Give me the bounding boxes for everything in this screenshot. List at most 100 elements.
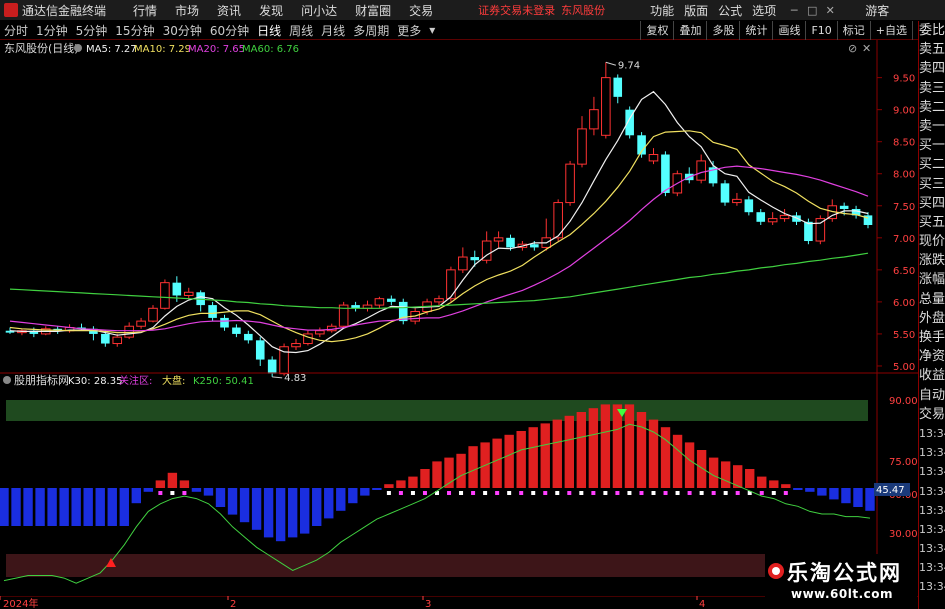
overlay-button[interactable]: 叠加 xyxy=(673,21,706,40)
quote-field-25[interactable]: 13:34 xyxy=(919,501,945,520)
quote-field-24[interactable]: 13:34 xyxy=(919,482,945,501)
chevron-down-icon[interactable]: ▾ xyxy=(425,23,439,37)
period-15min[interactable]: 15分钟 xyxy=(111,22,158,39)
quote-field-10[interactable]: 买五 xyxy=(919,213,945,232)
quote-field-0[interactable]: 委比 xyxy=(919,21,945,40)
indicator-dot xyxy=(170,491,175,495)
window-controls: ─ □ ✕ xyxy=(785,4,839,17)
candle-body xyxy=(601,77,611,136)
y-tick-label: 5.50 xyxy=(893,330,915,341)
period-60min[interactable]: 60分钟 xyxy=(206,22,253,39)
mark-button[interactable]: 标记 xyxy=(836,21,870,40)
indicator-dot xyxy=(579,491,584,495)
quote-field-16[interactable]: 换手 xyxy=(919,328,945,347)
indicator-bar-red xyxy=(396,480,406,488)
quote-field-5[interactable]: 卖一 xyxy=(919,117,945,136)
candle-body xyxy=(387,298,396,302)
ma10-label: MA10: 7.29 xyxy=(134,44,191,55)
period-monthly[interactable]: 月线 xyxy=(317,22,349,39)
quote-field-23[interactable]: 13:34 xyxy=(919,462,945,481)
quote-field-20[interactable]: 交易 xyxy=(919,405,945,424)
indicator-bar-red xyxy=(576,412,587,488)
menu-function[interactable]: 功能 xyxy=(645,2,679,19)
minimize-icon[interactable]: ─ xyxy=(785,4,803,17)
menu-item-caifuquan[interactable]: 财富圈 xyxy=(346,2,400,19)
quote-field-19[interactable]: 自动 xyxy=(919,386,945,405)
k250-label: K250: 50.41 xyxy=(193,376,254,387)
close-icon[interactable]: ✕ xyxy=(821,4,839,17)
candle-body xyxy=(291,343,301,348)
xaxis-label: 2 xyxy=(230,599,236,609)
quote-field-28[interactable]: 13:34 xyxy=(919,558,945,577)
menu-item-zixun[interactable]: 资讯 xyxy=(208,2,250,19)
indicator-dot xyxy=(543,491,548,495)
quote-field-27[interactable]: 13:34 xyxy=(919,539,945,558)
period-daily[interactable]: 日线 xyxy=(253,22,285,39)
indicator-dot xyxy=(603,491,608,495)
indicator-dot xyxy=(771,491,776,495)
sub-y-tick-label: 75.00 xyxy=(889,457,918,468)
quote-field-12[interactable]: 涨跌 xyxy=(919,251,945,270)
add-watchlist-button[interactable]: +自选 xyxy=(869,21,912,40)
menu-item-jiaoyi[interactable]: 交易 xyxy=(400,2,442,19)
quote-field-18[interactable]: 收益 xyxy=(919,366,945,385)
period-1min[interactable]: 1分钟 xyxy=(32,22,72,39)
candle-body xyxy=(530,244,539,248)
fuquan-button[interactable]: 复权 xyxy=(640,21,673,40)
quote-field-14[interactable]: 总量 xyxy=(919,290,945,309)
indicator-bar-blue xyxy=(251,488,262,530)
quote-field-29[interactable]: 13:34 xyxy=(919,577,945,596)
indicator-dot xyxy=(567,491,572,495)
login-status[interactable]: 证券交易未登录 xyxy=(478,2,555,18)
quote-field-8[interactable]: 买三 xyxy=(919,175,945,194)
quote-field-21[interactable]: 13:34 xyxy=(919,424,945,443)
quote-field-26[interactable]: 13:34 xyxy=(919,520,945,539)
quote-field-11[interactable]: 现价 xyxy=(919,232,945,251)
candlestick-chart[interactable]: 9.50 9.00 8.50 8.00 7.50 7.00 6.50 6.00 … xyxy=(0,40,918,400)
quote-field-13[interactable]: 涨幅 xyxy=(919,270,945,289)
f10-button[interactable]: F10 xyxy=(805,21,836,40)
menu-layout[interactable]: 版面 xyxy=(679,2,713,19)
quote-field-3[interactable]: 卖三 xyxy=(919,79,945,98)
quote-field-7[interactable]: 买二 xyxy=(919,155,945,174)
quote-field-6[interactable]: 买一 xyxy=(919,136,945,155)
guest-label[interactable]: 游客 xyxy=(865,2,889,19)
menu-item-wenxiaoda[interactable]: 问小达 xyxy=(292,2,346,19)
period-weekly[interactable]: 周线 xyxy=(285,22,317,39)
quote-field-22[interactable]: 13:34 xyxy=(919,443,945,462)
indicator-bar-red xyxy=(167,472,178,488)
settings-gear-icon[interactable] xyxy=(3,376,11,384)
period-fenshi[interactable]: 分时 xyxy=(0,22,32,39)
zoom-icon[interactable]: ⊘ xyxy=(848,42,857,55)
indicator-bar-blue xyxy=(853,488,863,507)
quote-field-1[interactable]: 卖五 xyxy=(919,40,945,59)
indicator-bar-red xyxy=(492,438,502,488)
menu-item-hangqing[interactable]: 行情 xyxy=(124,2,166,19)
indicator-bar-blue xyxy=(131,488,141,504)
statistics-button[interactable]: 统计 xyxy=(739,21,772,40)
indicator-bar-red xyxy=(468,446,478,488)
indicator-dot xyxy=(723,491,728,495)
indicator-bar-blue xyxy=(119,488,129,526)
period-5min[interactable]: 5分钟 xyxy=(72,22,112,39)
quote-field-4[interactable]: 卖二 xyxy=(919,98,945,117)
menu-item-faxian[interactable]: 发现 xyxy=(250,2,292,19)
ma-lines xyxy=(9,90,869,354)
multi-stock-button[interactable]: 多股 xyxy=(706,21,739,40)
settings-gear-icon[interactable] xyxy=(74,44,82,52)
quote-field-9[interactable]: 买四 xyxy=(919,194,945,213)
quote-field-15[interactable]: 外盘 xyxy=(919,309,945,328)
period-30min[interactable]: 30分钟 xyxy=(159,22,206,39)
quote-field-2[interactable]: 卖四 xyxy=(919,59,945,78)
menu-formula[interactable]: 公式 xyxy=(713,2,747,19)
menu-options[interactable]: 选项 xyxy=(747,2,781,19)
drawing-button[interactable]: 画线 xyxy=(772,21,805,40)
menu-item-shichang[interactable]: 市场 xyxy=(166,2,208,19)
period-multi[interactable]: 多周期 xyxy=(349,22,393,39)
indicator-dot xyxy=(759,491,764,495)
maximize-icon[interactable]: □ xyxy=(803,4,821,17)
close-chart-icon[interactable]: ✕ xyxy=(862,42,871,55)
indicator-bar-red xyxy=(516,431,526,488)
quote-field-17[interactable]: 净资 xyxy=(919,347,945,366)
period-more[interactable]: 更多 xyxy=(393,22,425,39)
